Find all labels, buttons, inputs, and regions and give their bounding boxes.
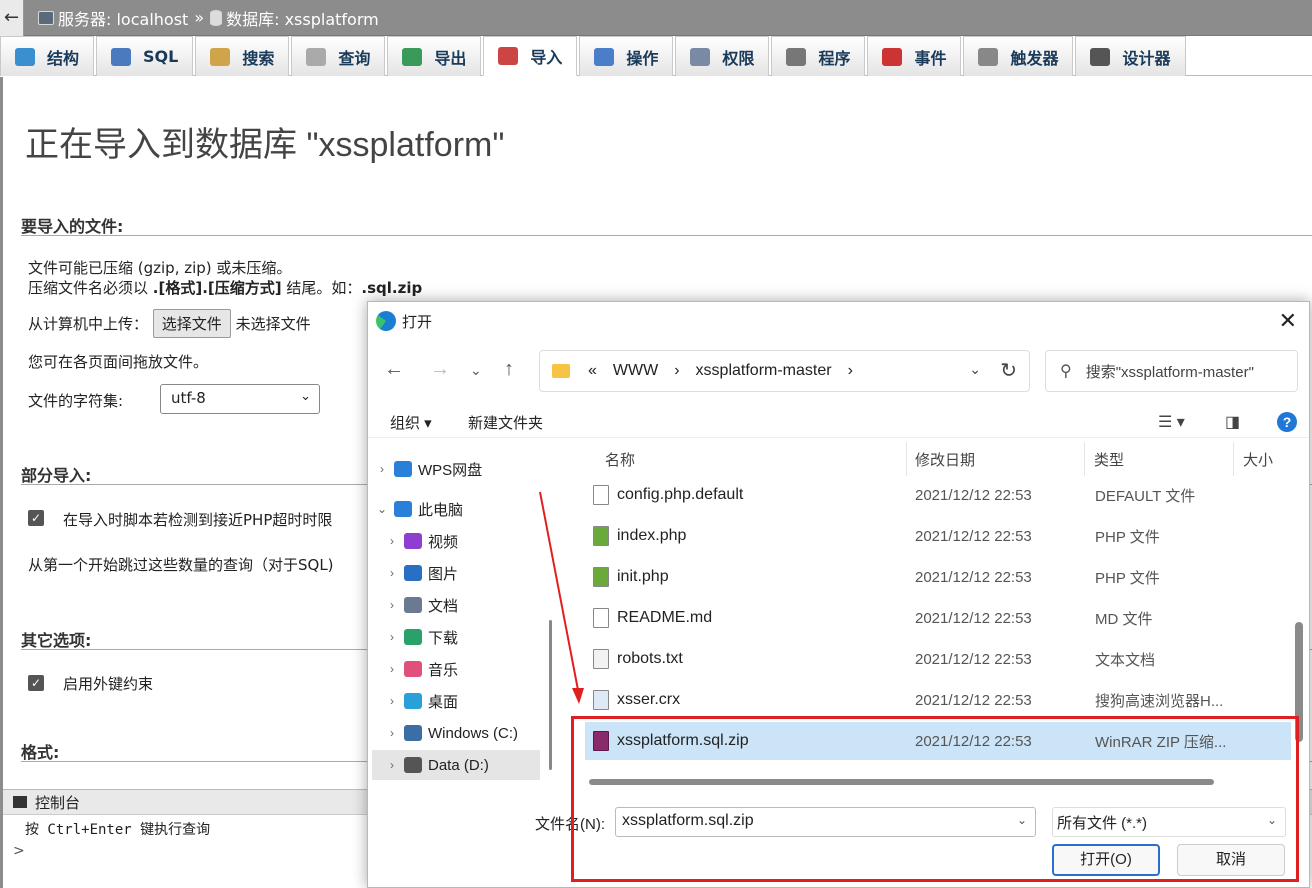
annotation-arrow [539, 491, 584, 704]
